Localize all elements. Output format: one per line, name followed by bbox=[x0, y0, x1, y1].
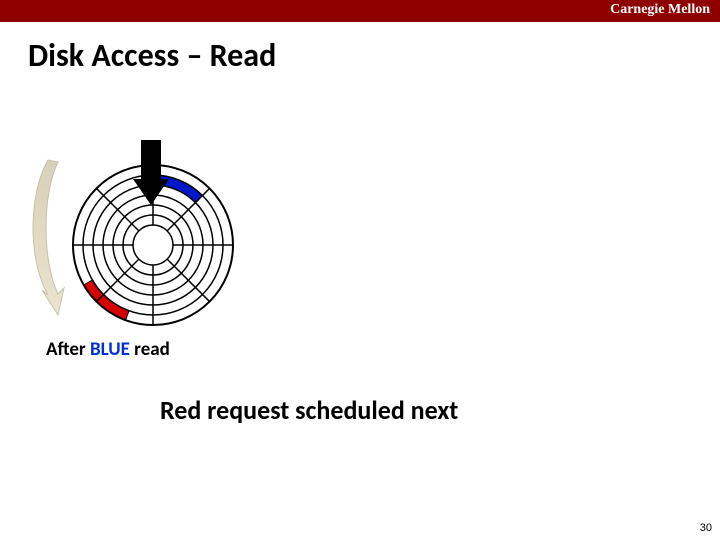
caption-blue-word: BLUE bbox=[90, 338, 130, 361]
disk-platter bbox=[73, 140, 233, 325]
subtitle-text: Red request scheduled next bbox=[160, 394, 458, 426]
caption-after: read bbox=[130, 338, 170, 361]
disk-diagram bbox=[18, 140, 268, 340]
page-title: Disk Access – Read bbox=[28, 36, 720, 75]
caption-text: After BLUE read bbox=[46, 338, 170, 361]
header-bar: Carnegie Mellon bbox=[0, 0, 720, 22]
brand-text: Carnegie Mellon bbox=[610, 2, 710, 18]
rotation-arrow-icon bbox=[33, 160, 64, 315]
caption-before: After bbox=[46, 338, 90, 361]
page-number: 30 bbox=[700, 522, 712, 534]
